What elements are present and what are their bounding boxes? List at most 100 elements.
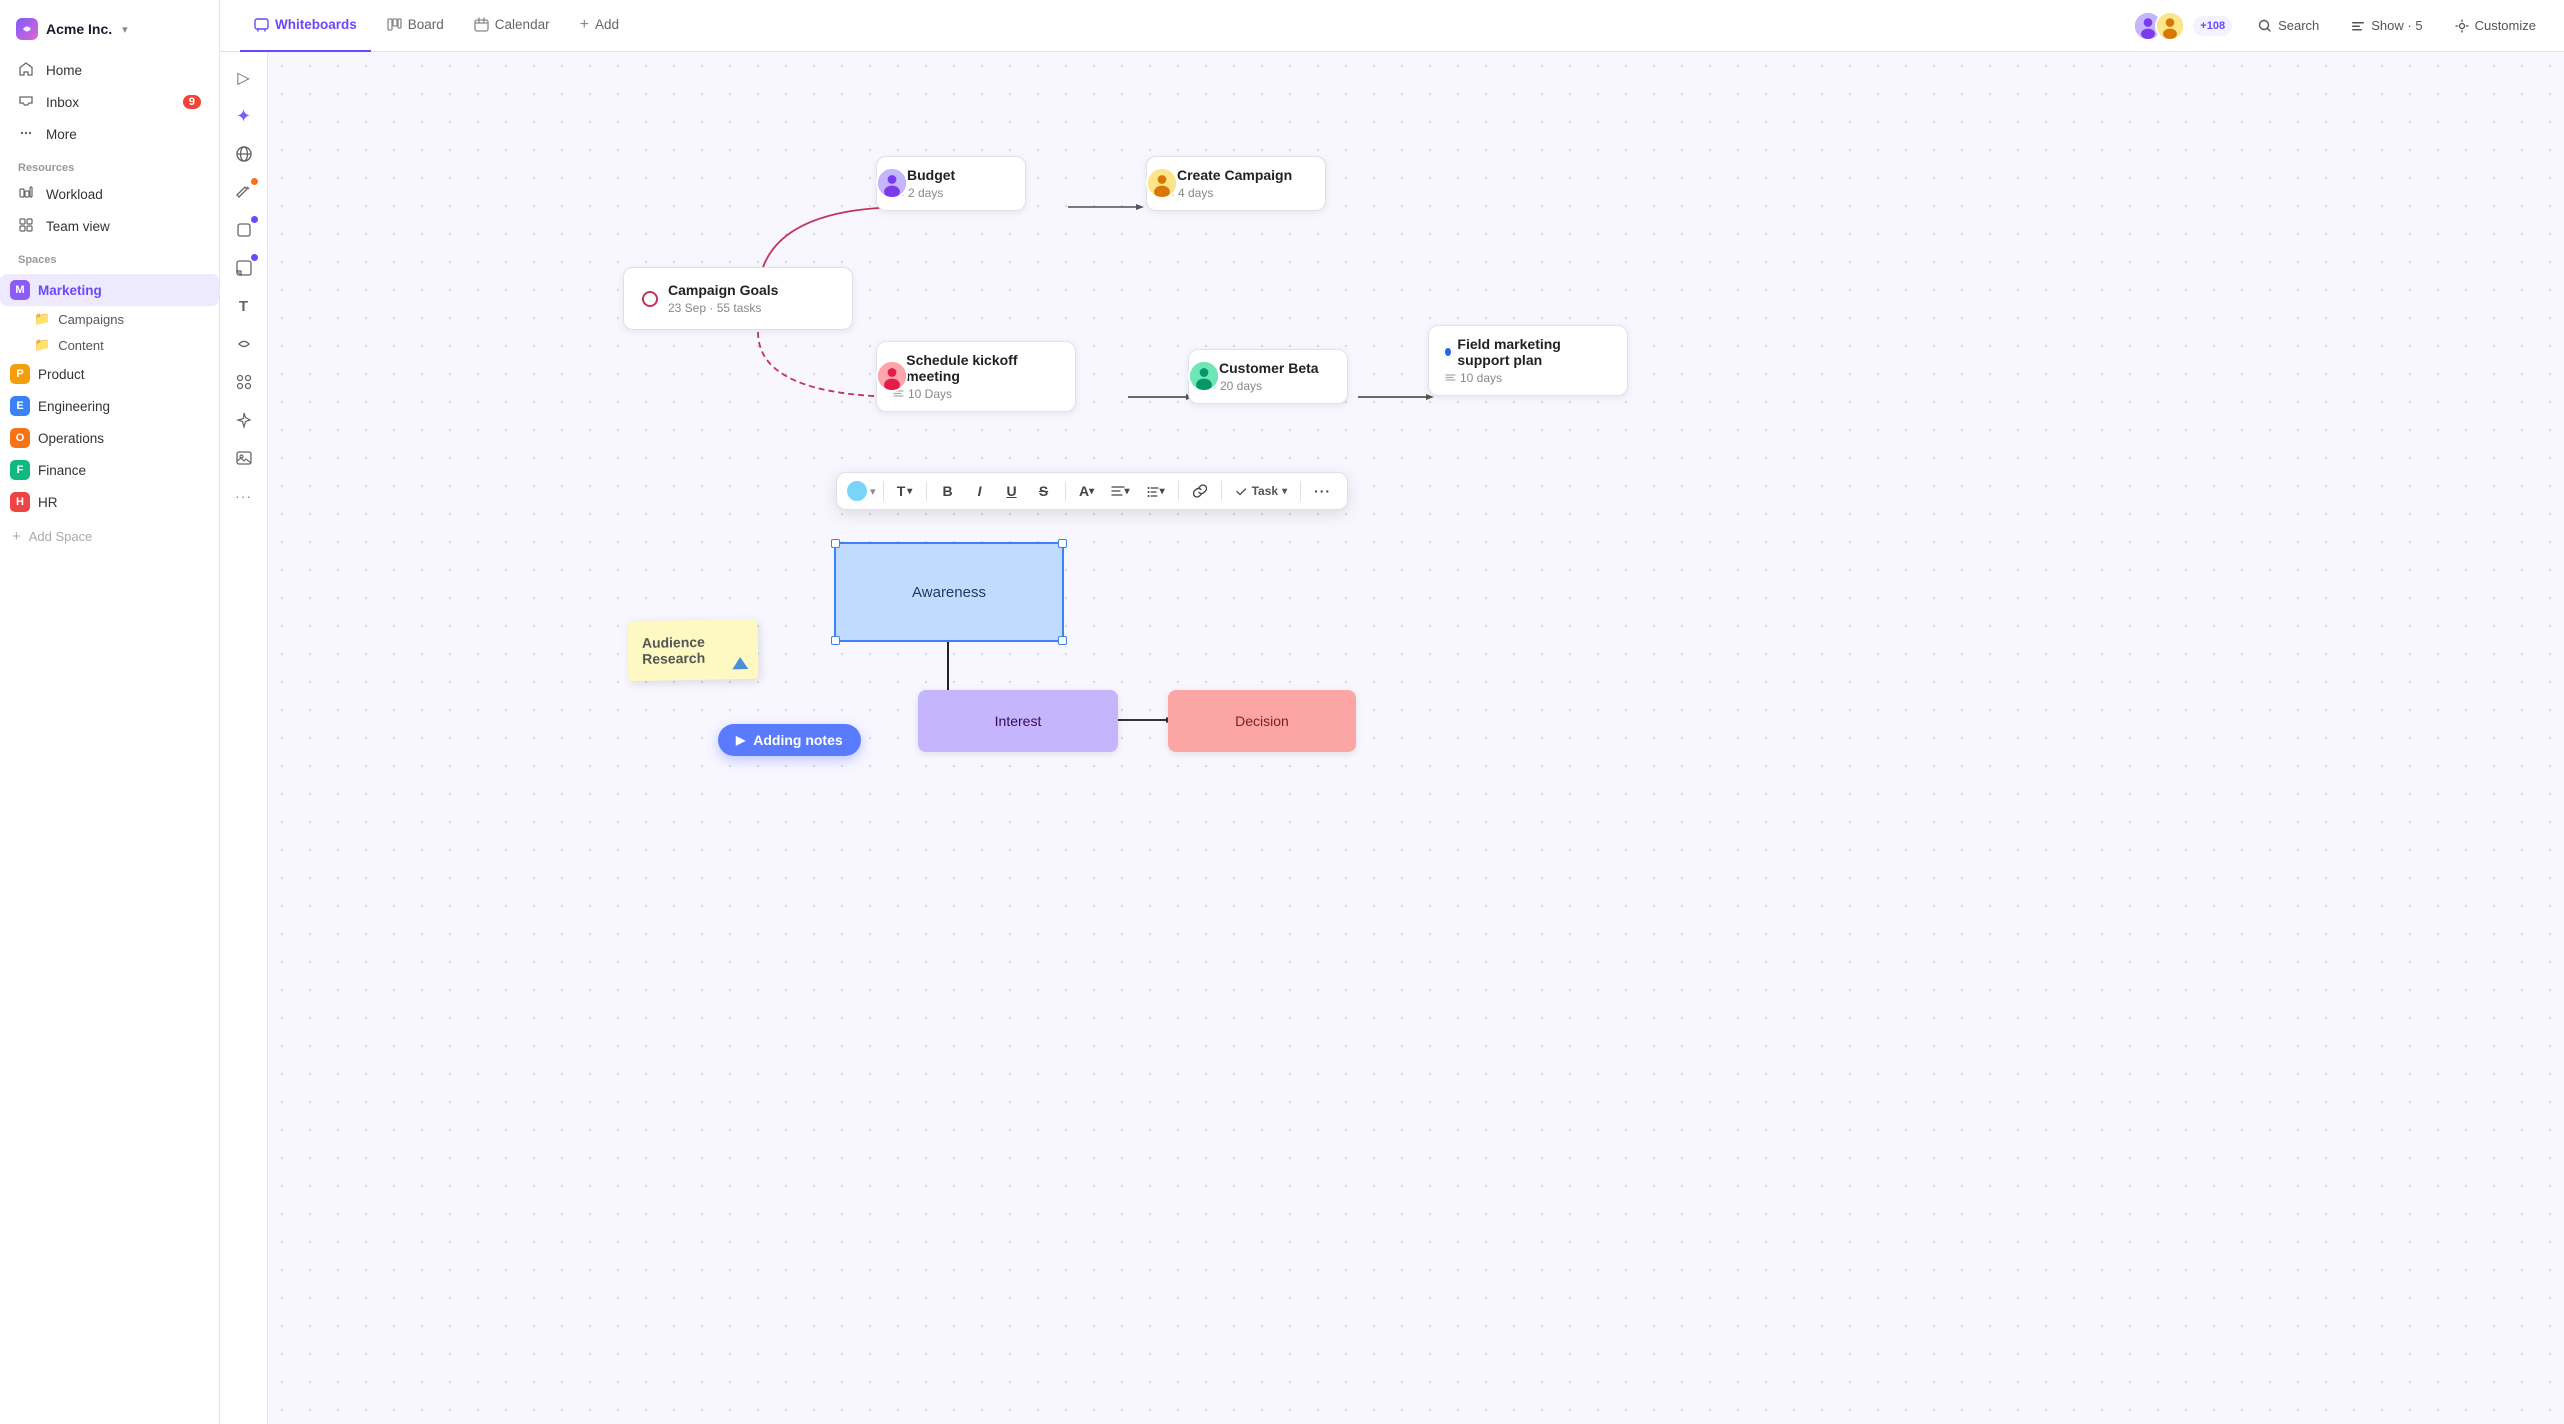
italic-button[interactable]: I <box>966 479 994 503</box>
list-icon <box>1146 484 1160 498</box>
search-icon <box>2258 19 2272 33</box>
finance-dot: F <box>10 460 30 480</box>
sidebar-item-engineering[interactable]: E Engineering <box>0 390 219 422</box>
sidebar-item-hr[interactable]: H HR <box>0 486 219 518</box>
sticky-note[interactable]: Audience Research <box>627 619 758 681</box>
calendar-icon <box>474 17 489 32</box>
home-icon <box>18 61 36 79</box>
folder-icon: 📁 <box>34 311 50 327</box>
tool-ai[interactable]: ✦ <box>226 98 262 134</box>
divider-1 <box>883 481 884 501</box>
divider-5 <box>1221 481 1222 501</box>
sidebar-item-marketing[interactable]: M Marketing <box>0 274 219 306</box>
plus-icon: + <box>12 528 21 545</box>
campaign-goals-node[interactable]: Campaign Goals 23 Sep · 55 tasks <box>623 267 853 330</box>
operations-dot: O <box>10 428 30 448</box>
tab-board[interactable]: Board <box>373 0 458 52</box>
sidebar-item-operations[interactable]: O Operations <box>0 422 219 454</box>
inbox-badge: 9 <box>183 95 201 109</box>
tab-add[interactable]: + Add <box>566 0 633 52</box>
bold-button[interactable]: B <box>934 479 962 503</box>
handle-tl[interactable] <box>831 539 840 548</box>
tool-text[interactable]: T <box>226 288 262 324</box>
strikethrough-button[interactable]: S <box>1030 479 1058 503</box>
main-area: Whiteboards Board Calendar + Add <box>220 0 2564 1424</box>
list-button[interactable]: ▾ <box>1140 480 1171 502</box>
sidebar-item-more[interactable]: More <box>8 118 211 150</box>
more-label: More <box>46 127 77 142</box>
tool-sticky[interactable] <box>226 250 262 286</box>
create-campaign-node-wrap: Create Campaign 4 days <box>1146 167 1178 199</box>
search-label: Search <box>2278 18 2319 33</box>
create-campaign-meta: 4 days <box>1163 186 1309 200</box>
sidebar-item-workload[interactable]: Workload <box>8 178 211 210</box>
inbox-label: Inbox <box>46 95 79 110</box>
show-button[interactable]: Show · 5 <box>2343 13 2430 38</box>
topbar-tabs: Whiteboards Board Calendar + Add <box>240 0 2133 52</box>
tool-cursor[interactable]: ▷ <box>226 60 262 96</box>
search-button[interactable]: Search <box>2250 13 2327 38</box>
link-icon <box>1193 484 1207 498</box>
tool-image[interactable] <box>226 440 262 476</box>
format-toolbar[interactable]: ▾ T▾ B I U S A▾ ▾ ▾ <box>836 472 1348 510</box>
customize-button[interactable]: Customize <box>2447 13 2544 38</box>
workload-label: Workload <box>46 187 103 202</box>
sidebar: Acme Inc. ▾ Home Inbox 9 More Resources <box>0 0 220 1424</box>
more-format-button[interactable]: ··· <box>1308 479 1337 503</box>
interest-box[interactable]: Interest <box>918 690 1118 752</box>
align-button[interactable]: ▾ <box>1105 480 1136 502</box>
tool-more[interactable]: ··· <box>226 478 262 514</box>
sidebar-item-teamview[interactable]: Team view <box>8 210 211 242</box>
sidebar-item-finance[interactable]: F Finance <box>0 454 219 486</box>
customize-label: Customize <box>2475 18 2536 33</box>
sidebar-subitem-content[interactable]: 📁 Content <box>0 332 219 358</box>
schedule-node-wrap: Schedule kickoff meeting 10 Days <box>876 360 908 392</box>
sidebar-subitem-campaigns[interactable]: 📁 Campaigns <box>0 306 219 332</box>
add-space-button[interactable]: + Add Space <box>0 522 219 551</box>
handle-bl[interactable] <box>831 636 840 645</box>
calendar-label: Calendar <box>495 17 550 32</box>
finance-label: Finance <box>38 463 86 478</box>
awareness-box[interactable]: Awareness <box>834 542 1064 642</box>
tool-group[interactable] <box>226 364 262 400</box>
engineering-dot: E <box>10 396 30 416</box>
teamview-label: Team view <box>46 219 110 234</box>
tool-globe[interactable] <box>226 136 262 172</box>
sticky-dot <box>251 254 258 261</box>
handle-br[interactable] <box>1058 636 1067 645</box>
whiteboard-canvas[interactable]: Campaign Goals 23 Sep · 55 tasks Budget … <box>268 52 2564 1424</box>
tool-connect[interactable] <box>226 326 262 362</box>
logo-icon <box>16 18 38 40</box>
resources-nav: Workload Team view <box>0 178 219 242</box>
schedule-title: Schedule kickoff meeting <box>906 352 1059 384</box>
workload-icon <box>18 185 36 203</box>
sidebar-item-home[interactable]: Home <box>8 54 211 86</box>
field-marketing-node[interactable]: Field marketing support plan 10 days <box>1428 325 1628 396</box>
whiteboard-icon <box>254 17 269 32</box>
task-icon <box>1235 485 1248 498</box>
task-button[interactable]: Task ▾ <box>1229 480 1294 502</box>
whiteboards-label: Whiteboards <box>275 17 357 32</box>
tab-calendar[interactable]: Calendar <box>460 0 564 52</box>
add-space-label: Add Space <box>29 529 93 544</box>
link-button[interactable] <box>1186 480 1214 502</box>
content-label: Content <box>58 338 104 353</box>
customer-beta-node-wrap: Customer Beta 20 days <box>1188 360 1220 392</box>
engineering-label: Engineering <box>38 399 110 414</box>
font-type-button[interactable]: T▾ <box>891 479 919 503</box>
color-picker[interactable]: ▾ <box>847 481 876 501</box>
decision-box[interactable]: Decision <box>1168 690 1356 752</box>
handle-tr[interactable] <box>1058 539 1067 548</box>
underline-button[interactable]: U <box>998 479 1026 503</box>
app-logo[interactable]: Acme Inc. ▾ <box>0 12 219 54</box>
schedule-meta: 10 Days <box>893 387 1059 401</box>
tool-ai2[interactable] <box>226 402 262 438</box>
tool-pen[interactable] <box>226 174 262 210</box>
adding-notes-tooltip: Adding notes <box>718 724 861 756</box>
tool-rect[interactable] <box>226 212 262 248</box>
sidebar-item-inbox[interactable]: Inbox 9 <box>8 86 211 118</box>
create-campaign-title: Create Campaign <box>1177 167 1292 183</box>
tab-whiteboards[interactable]: Whiteboards <box>240 0 371 52</box>
sidebar-item-product[interactable]: P Product <box>0 358 219 390</box>
font-color-button[interactable]: A▾ <box>1073 479 1101 503</box>
